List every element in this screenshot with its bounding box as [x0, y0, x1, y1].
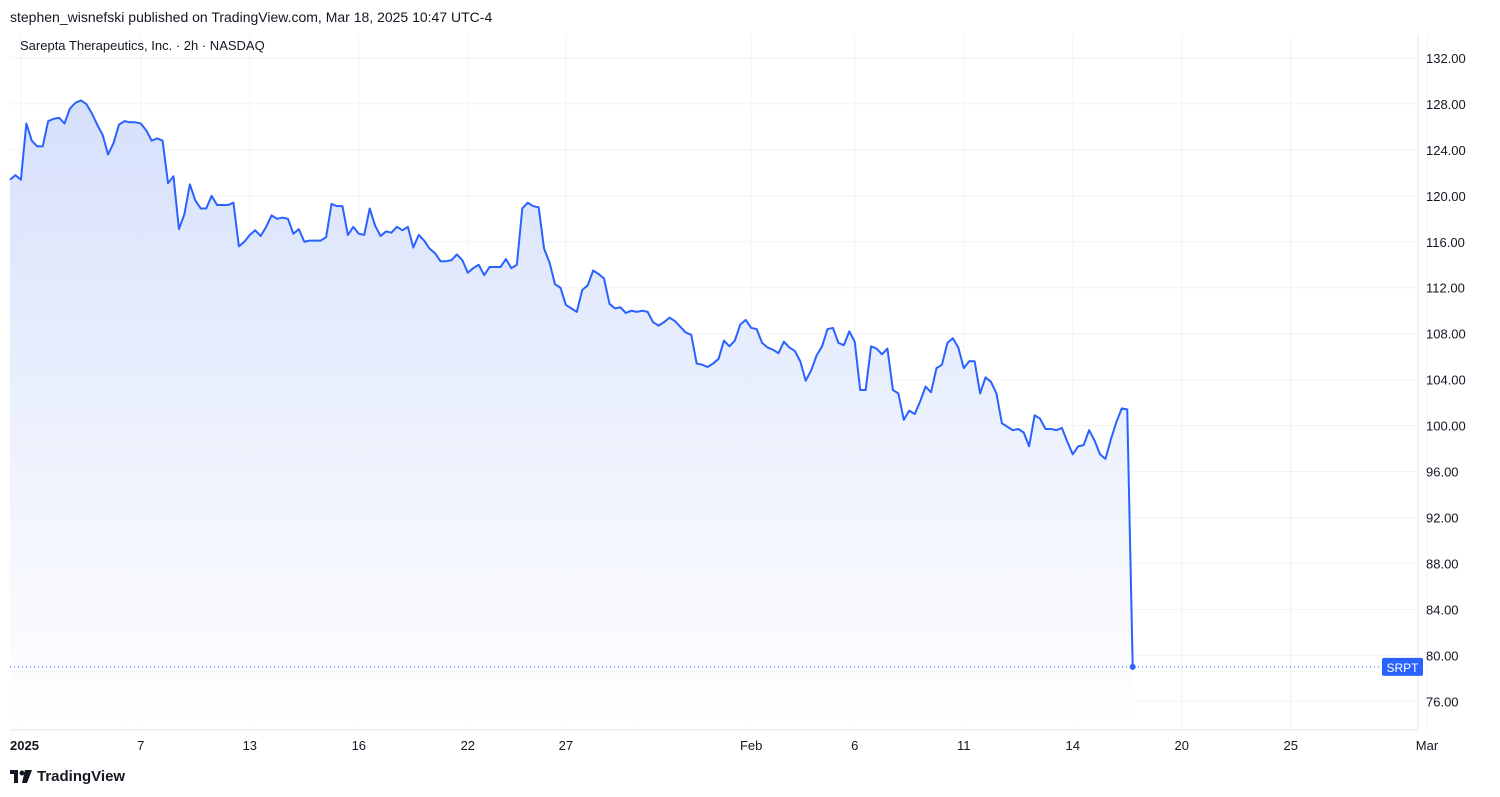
y-tick-label: 76.00	[1426, 694, 1459, 709]
symbol-title: Sarepta Therapeutics, Inc. · 2h · NASDAQ	[20, 38, 265, 53]
x-tick-label: 13	[243, 738, 257, 753]
y-axis: 132.00 128.00 124.00 120.00 116.00 112.00 108.…	[1417, 35, 1466, 730]
tradingview-logo[interactable]: TradingView	[10, 768, 125, 785]
y-tick-label: 112.00	[1426, 281, 1465, 296]
y-tick-label: 88.00	[1426, 556, 1459, 571]
x-tick-label: 27	[559, 738, 573, 753]
y-tick-label: 100.00	[1426, 419, 1466, 434]
y-tick-label: 96.00	[1426, 465, 1459, 480]
x-tick-label: 7	[137, 738, 144, 753]
x-tick-label: 22	[461, 738, 475, 753]
x-tick-label: Mar	[1416, 738, 1439, 753]
x-tick-label: Feb	[740, 738, 762, 753]
x-tick-label: 20	[1175, 738, 1189, 753]
x-tick-label: 16	[352, 738, 366, 753]
x-tick-label: 14	[1066, 738, 1080, 753]
y-tick-label: 116.00	[1426, 235, 1465, 250]
ticker-label: SRPT	[1386, 661, 1419, 675]
area-fill	[10, 100, 1133, 731]
y-tick-label: 84.00	[1426, 602, 1459, 617]
area-path	[10, 100, 1133, 731]
tradingview-logo-icon	[10, 770, 32, 783]
y-tick-label: 128.00	[1426, 97, 1466, 112]
x-axis: 2025713162227Feb611142025Mar6111419	[10, 729, 1439, 753]
tradingview-brand: TradingView	[37, 768, 126, 785]
y-tick-label: 104.00	[1426, 373, 1466, 388]
x-tick-label: 2025	[10, 738, 39, 753]
y-tick-label: 80.00	[1426, 648, 1459, 663]
last-price-point	[1129, 663, 1136, 670]
publisher-line: stephen_wisnefski published on TradingVi…	[10, 9, 493, 25]
price-chart[interactable]: 132.00 128.00 124.00 120.00 116.00 112.00 108.…	[0, 0, 1500, 797]
y-tick-label: 132.00	[1426, 51, 1466, 66]
x-tick-label: 25	[1284, 738, 1298, 753]
x-tick-label: 11	[957, 738, 971, 753]
y-tick-label: 108.00	[1426, 327, 1466, 342]
y-tick-label: 92.00	[1426, 510, 1459, 525]
chart-frame: 132.00 128.00 124.00 120.00 116.00 112.00 108.…	[0, 0, 1500, 797]
y-tick-label: 120.00	[1426, 189, 1466, 204]
y-tick-label: 124.00	[1426, 143, 1466, 158]
x-tick-label: 6	[851, 738, 858, 753]
